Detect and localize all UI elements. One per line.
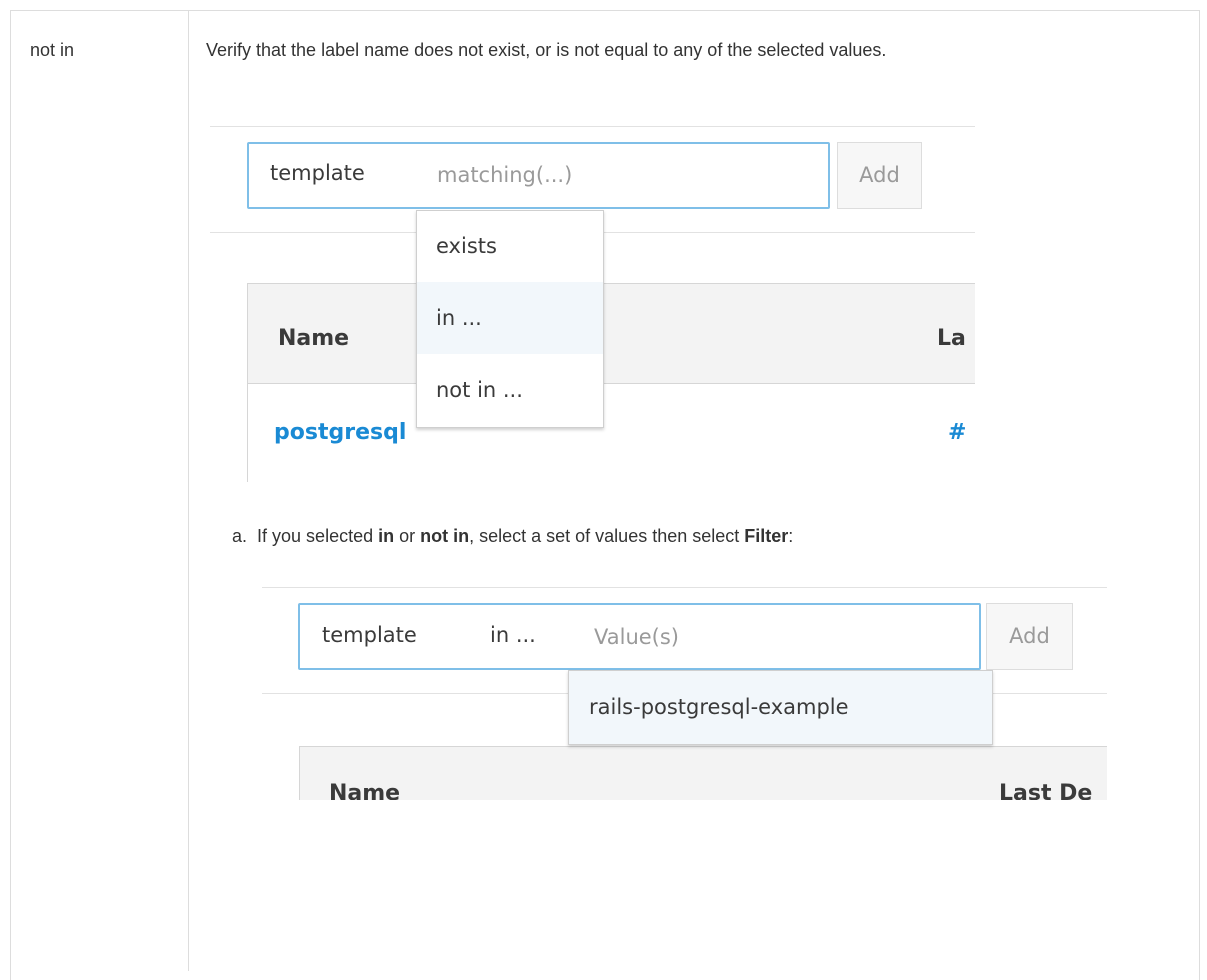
step-text-pre: If you selected	[257, 526, 379, 546]
column-header-name: Name	[329, 781, 401, 800]
divider-top	[210, 126, 975, 127]
add-button[interactable]: Add	[837, 142, 922, 209]
table-header: Name La	[248, 284, 975, 384]
step-a: a. If you selected in or not in, select …	[232, 526, 793, 547]
resource-table: Name La postgresql #	[247, 283, 975, 482]
description-text: Verify that the label name does not exis…	[206, 40, 887, 60]
screenshot-filter-operators: template matching(...) Add Name La postg…	[210, 126, 975, 482]
column-header-name: Name	[278, 326, 350, 351]
row-link-postgresql[interactable]: postgresql	[274, 420, 406, 445]
dropdown-item-not-in[interactable]: not in ...	[417, 354, 603, 427]
table-header: Name Last De	[300, 747, 1107, 800]
add-button[interactable]: Add	[986, 603, 1073, 670]
step-emph-not-in: not in	[420, 526, 470, 546]
dropdown-item-exists[interactable]: exists	[417, 211, 603, 282]
filter-operator-text: in ...	[490, 623, 536, 647]
filter-key-text: template	[322, 623, 417, 647]
dropdown-item-in[interactable]: in ...	[417, 282, 603, 354]
step-emph-filter: Filter	[744, 526, 789, 546]
step-text-end: :	[788, 526, 794, 546]
resource-table: Name Last De	[299, 746, 1107, 800]
filter-key-text: template	[270, 161, 365, 185]
filter-input[interactable]: template matching(...)	[247, 142, 830, 209]
column-header-partial: La	[937, 326, 966, 351]
step-text-or: or	[394, 526, 421, 546]
divider-top	[262, 587, 1107, 588]
column-header-partial: Last De	[999, 781, 1093, 800]
step-text-mid: , select a set of values then select	[469, 526, 745, 546]
row-link-partial[interactable]: #	[948, 420, 966, 445]
filter-placeholder: matching(...)	[437, 163, 573, 187]
operator-dropdown: exists in ... not in ...	[416, 210, 604, 428]
filter-input[interactable]: template in ... Value(s)	[298, 603, 981, 670]
column-divider	[188, 10, 189, 971]
operator-cell: not in	[30, 40, 75, 60]
filter-placeholder: Value(s)	[594, 625, 679, 649]
step-marker: a.	[232, 526, 248, 546]
screenshot-filter-values: template in ... Value(s) Add Name Last D…	[262, 587, 1107, 800]
value-suggestions: rails-postgresql-example	[568, 670, 993, 745]
suggestion-item[interactable]: rails-postgresql-example	[569, 671, 992, 744]
step-emph-in: in	[378, 526, 395, 546]
